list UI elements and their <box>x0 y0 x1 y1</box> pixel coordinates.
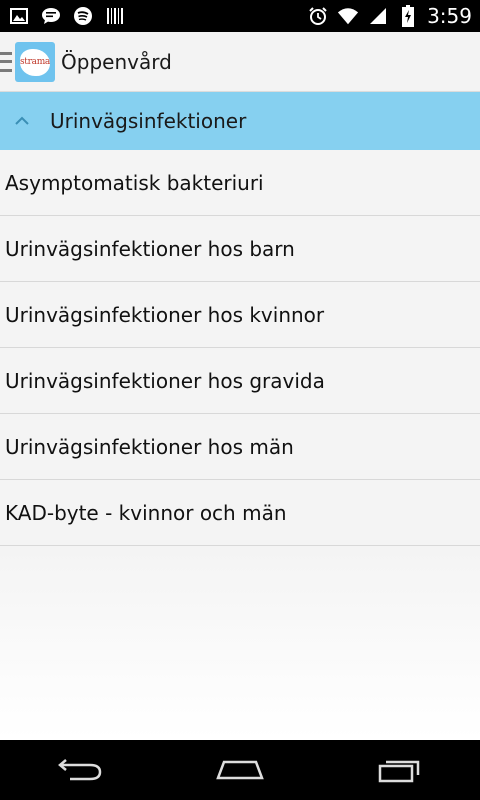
list-item[interactable]: Urinvägsinfektioner hos kvinnor <box>0 282 480 348</box>
home-icon <box>216 760 264 780</box>
status-bar: 3:59 <box>0 0 480 32</box>
spotify-icon <box>72 6 94 26</box>
list-item[interactable]: Urinvägsinfektioner hos män <box>0 414 480 480</box>
list-item[interactable]: Asymptomatisk bakteriuri <box>0 150 480 216</box>
barcode-icon <box>104 6 126 26</box>
list-item-label: Asymptomatisk bakteriuri <box>5 170 264 195</box>
group-header-urinvagsinfektioner[interactable]: Urinvägsinfektioner <box>0 92 480 150</box>
action-bar: strama Öppenvård <box>0 32 480 92</box>
battery-charging-icon <box>397 5 419 27</box>
topic-list: Asymptomatisk bakteriuri Urinvägsinfekti… <box>0 150 480 546</box>
chat-icon <box>40 6 62 26</box>
recents-icon <box>378 760 420 783</box>
list-item-label: Urinvägsinfektioner hos män <box>5 434 294 459</box>
drawer-menu-icon[interactable] <box>0 51 12 72</box>
navigation-bar <box>0 740 480 800</box>
system-icons: 3:59 <box>307 4 472 28</box>
recents-button[interactable] <box>360 740 440 800</box>
empty-content-area <box>0 546 480 740</box>
logo-text: strama <box>19 56 50 67</box>
list-item[interactable]: KAD-byte - kvinnor och män <box>0 480 480 546</box>
alarm-icon <box>307 6 329 26</box>
list-item[interactable]: Urinvägsinfektioner hos barn <box>0 216 480 282</box>
wifi-icon <box>337 6 359 26</box>
back-icon <box>58 759 102 781</box>
app-logo[interactable]: strama <box>15 41 55 82</box>
list-item-label: Urinvägsinfektioner hos kvinnor <box>5 302 325 327</box>
image-icon <box>8 6 30 26</box>
list-item[interactable]: Urinvägsinfektioner hos gravida <box>0 348 480 414</box>
chevron-up-icon <box>4 92 40 150</box>
group-label: Urinvägsinfektioner <box>50 109 247 133</box>
home-button[interactable] <box>200 740 280 800</box>
back-button[interactable] <box>40 740 120 800</box>
list-item-label: Urinvägsinfektioner hos gravida <box>5 368 325 393</box>
page-title: Öppenvård <box>61 49 172 74</box>
list-item-label: KAD-byte - kvinnor och män <box>5 500 287 525</box>
status-time: 3:59 <box>427 4 472 28</box>
notification-icons <box>8 6 126 26</box>
signal-icon <box>367 6 389 26</box>
list-item-label: Urinvägsinfektioner hos barn <box>5 236 295 261</box>
